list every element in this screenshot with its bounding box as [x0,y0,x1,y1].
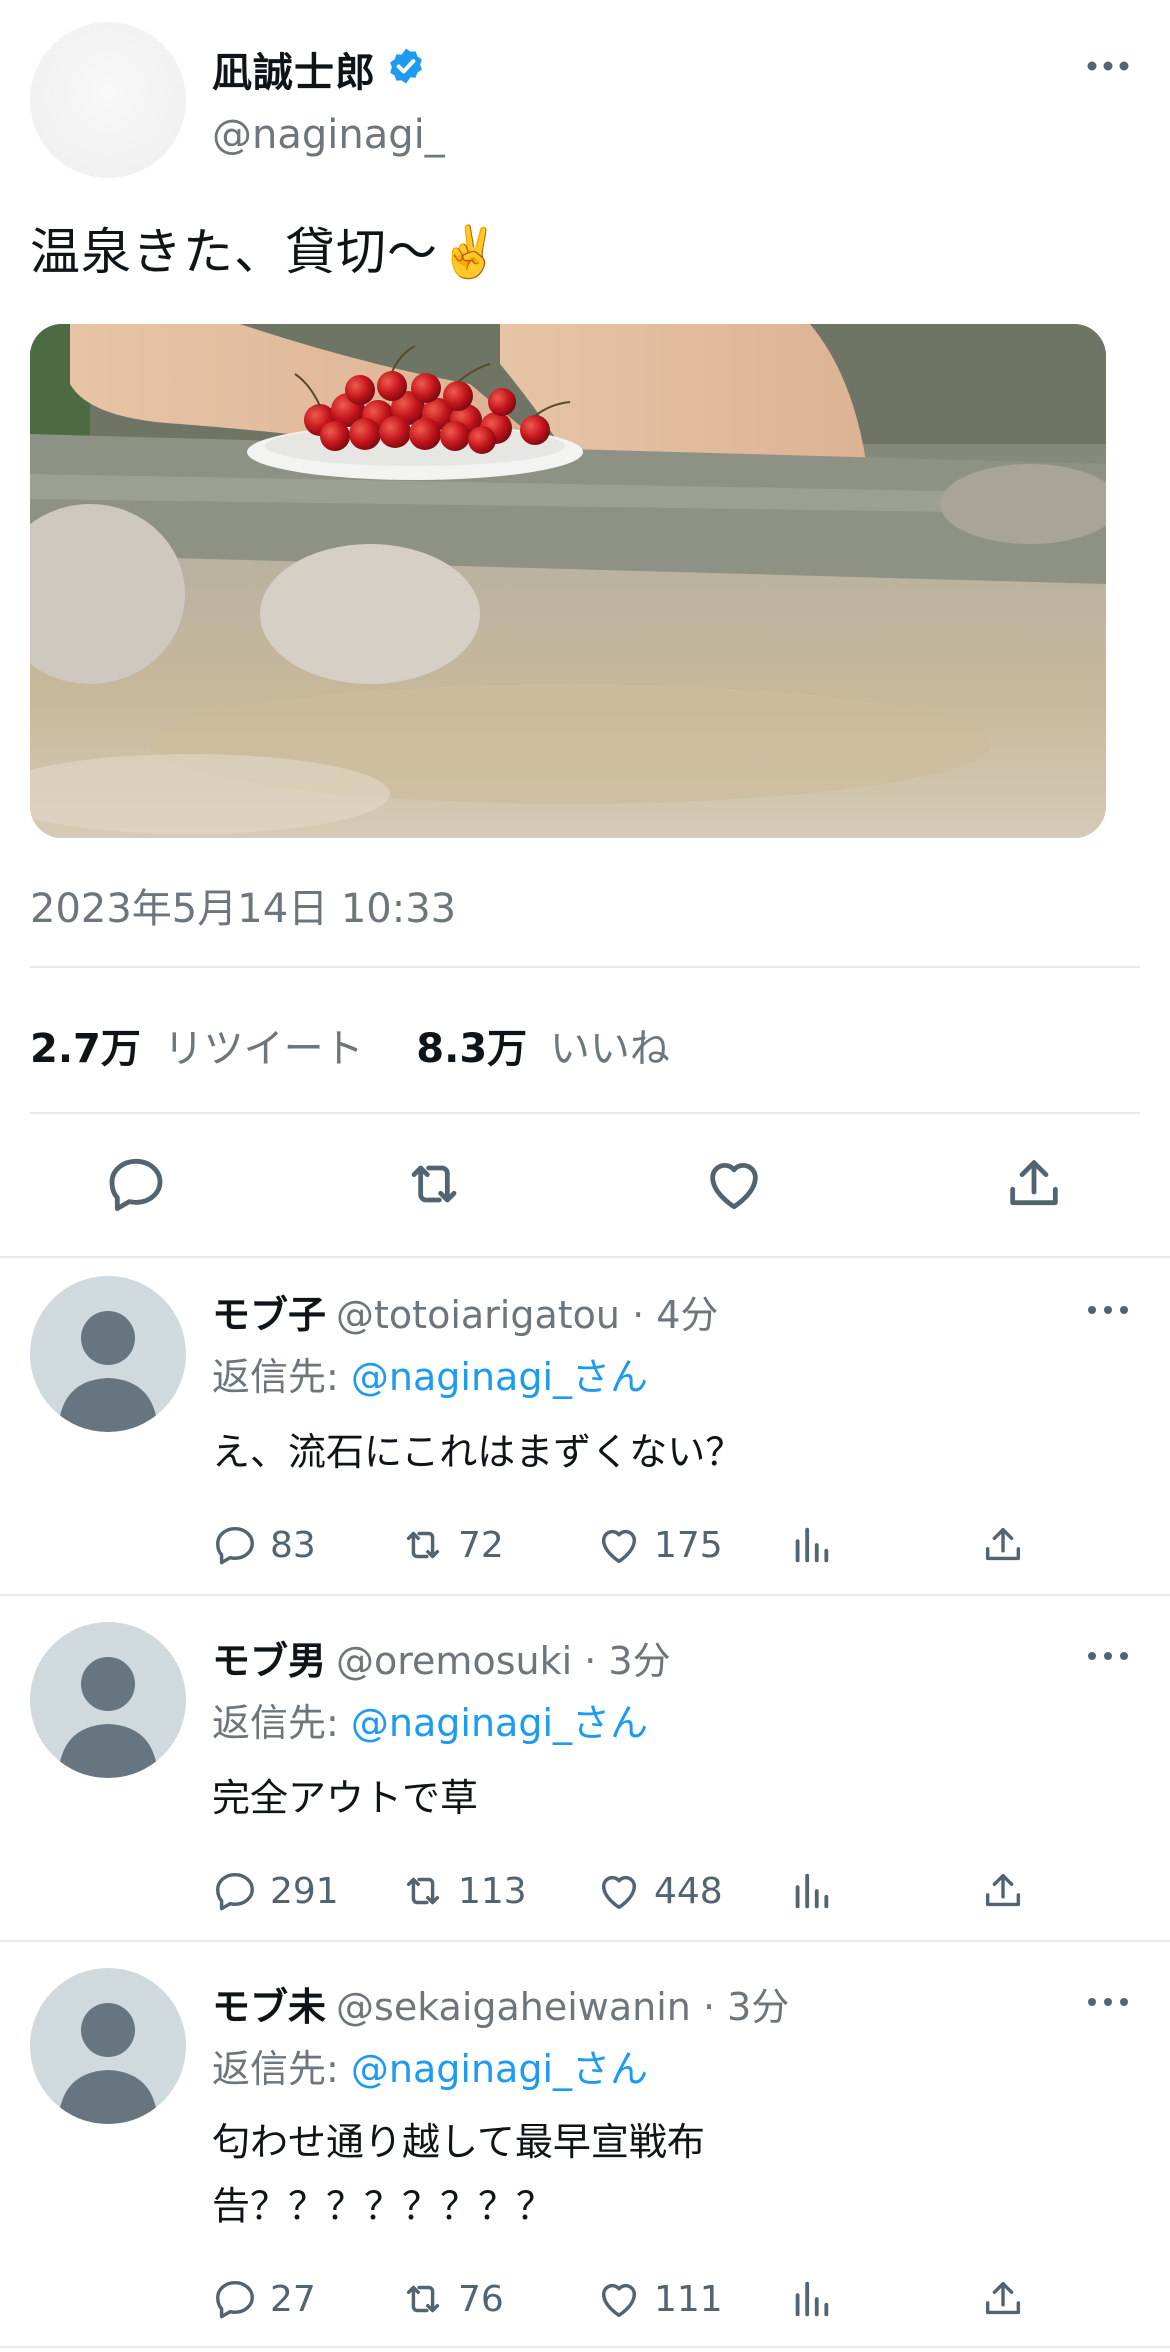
reply-icon [216,1526,254,1565]
analytics-icon [795,2281,829,2317]
section-divider [0,2346,1170,2348]
reply-button[interactable]: 83 [212,1522,316,1568]
like-button[interactable]: 175 [596,1522,723,1568]
like-label[interactable]: いいね [550,1026,670,1072]
tweet-timestamp[interactable]: 2023年5月14日 10:33 [30,876,456,934]
retweet-button[interactable]: 113 [400,1868,527,1914]
reply-to-line: 返信先: @naginagi_さん [212,1346,648,1401]
reply-text: 匂わせ通り越して最早宣戦布告？？？？？？？？ [212,2120,705,2228]
reply-to-mention[interactable]: @naginagi_さん [351,1701,648,1745]
retweet-count: 72 [458,1524,504,1566]
reply-author-name[interactable]: モブ未 [212,1985,326,2029]
default-avatar-icon [58,1657,158,1778]
reply-time[interactable]: · 3分 [703,1985,789,2029]
hot-spring-photo [30,324,1106,838]
section-divider [0,1256,1170,1258]
analytics-icon [795,1527,829,1563]
retweet-button[interactable]: 76 [400,2276,504,2322]
share-icon[interactable] [1002,1152,1066,1216]
reply-author-name[interactable]: モブ男 [212,1639,326,1683]
analytics-icon [795,1873,829,1909]
retweet-icon [406,1877,440,1905]
reply-author-handle[interactable]: @sekaigaheiwanin [336,1985,691,2029]
reply-icon [216,2280,254,2319]
reply-avatar[interactable] [30,1622,186,1778]
reply-header: モブ未 @sekaigaheiwanin · 3分 [212,1976,789,2031]
share-button[interactable] [980,1868,1038,1914]
default-avatar-icon [58,2003,158,2124]
share-button[interactable] [980,1522,1038,1568]
retweet-icon [406,2285,440,2313]
more-icon[interactable] [1086,1995,1130,2009]
analytics-button[interactable] [788,2276,846,2322]
section-divider [0,1940,1170,1942]
divider [30,966,1140,968]
reply-button[interactable]: 291 [212,1868,339,1914]
analytics-button[interactable] [788,1868,846,1914]
reply-text: え、流石にこれはまずくない？ [212,1430,744,1474]
like-button[interactable]: 111 [596,2276,723,2322]
share-icon [985,1527,1021,1561]
reply-header: モブ男 @oremosuki · 3分 [212,1630,671,1685]
like-count: 448 [654,1870,723,1912]
retweet-icon[interactable] [402,1152,466,1216]
section-divider [0,1594,1170,1596]
reply-button[interactable]: 27 [212,2276,316,2322]
author-avatar[interactable] [30,22,186,178]
more-icon[interactable] [1086,58,1130,74]
reply-time[interactable]: · 3分 [584,1639,670,1683]
author-name[interactable]: 凪誠士郎 [212,40,376,98]
reply-count: 83 [270,1524,316,1566]
reply-header: モブ子 @totoiarigatou · 4分 [212,1284,718,1339]
reply-author-handle[interactable]: @totoiarigatou [336,1293,620,1337]
default-avatar-icon [58,1311,158,1432]
divider [30,1112,1140,1114]
like-icon [601,1529,637,1564]
retweet-button[interactable]: 72 [400,1522,504,1568]
like-icon [601,2283,637,2318]
more-icon[interactable] [1086,1649,1130,1663]
like-icon[interactable] [702,1152,766,1216]
reply-avatar[interactable] [30,1968,186,2124]
more-icon[interactable] [1086,1303,1130,1317]
reply-author-handle[interactable]: @oremosuki [336,1639,572,1683]
reply-icon[interactable] [104,1152,168,1216]
reply-to-line: 返信先: @naginagi_さん [212,2038,648,2093]
reply-avatar[interactable] [30,1276,186,1432]
reply-author-name[interactable]: モブ子 [212,1293,326,1337]
like-count[interactable]: 8.3万 [416,1026,527,1072]
retweet-count[interactable]: 2.7万 [30,1026,141,1072]
author-handle[interactable]: @naginagi_ [212,112,445,158]
tweet-stats: 2.7万 リツイート 8.3万 いいね [30,1016,680,1074]
reply-time[interactable]: · 4分 [632,1293,718,1337]
tweet-text: 温泉きた、貸切〜✌️ [30,223,502,281]
retweet-count: 76 [458,2278,504,2320]
like-button[interactable]: 448 [596,1868,723,1914]
reply-to-mention[interactable]: @naginagi_さん [351,1355,648,1399]
tweet-photo[interactable] [30,324,1106,838]
reply-count: 291 [270,1870,339,1912]
reply-count: 27 [270,2278,316,2320]
reply-to-mention[interactable]: @naginagi_さん [351,2047,648,2091]
analytics-button[interactable] [788,1522,846,1568]
share-icon [985,1873,1021,1907]
reply-to-label: 返信先: [212,1701,339,1745]
retweet-count: 113 [458,1870,527,1912]
reply-to-line: 返信先: @naginagi_さん [212,1692,648,1747]
reply-icon [216,1872,254,1911]
like-count: 111 [654,2278,723,2320]
verified-badge-icon [390,48,422,84]
reply-to-label: 返信先: [212,1355,339,1399]
retweet-icon [406,1531,440,1559]
share-icon [985,2281,1021,2315]
share-button[interactable] [980,2276,1038,2322]
reply-text: 完全アウトで草 [212,1776,479,1820]
retweet-label[interactable]: リツイート [164,1026,364,1072]
like-count: 175 [654,1524,723,1566]
reply-to-label: 返信先: [212,2047,339,2091]
like-icon [601,1875,637,1910]
